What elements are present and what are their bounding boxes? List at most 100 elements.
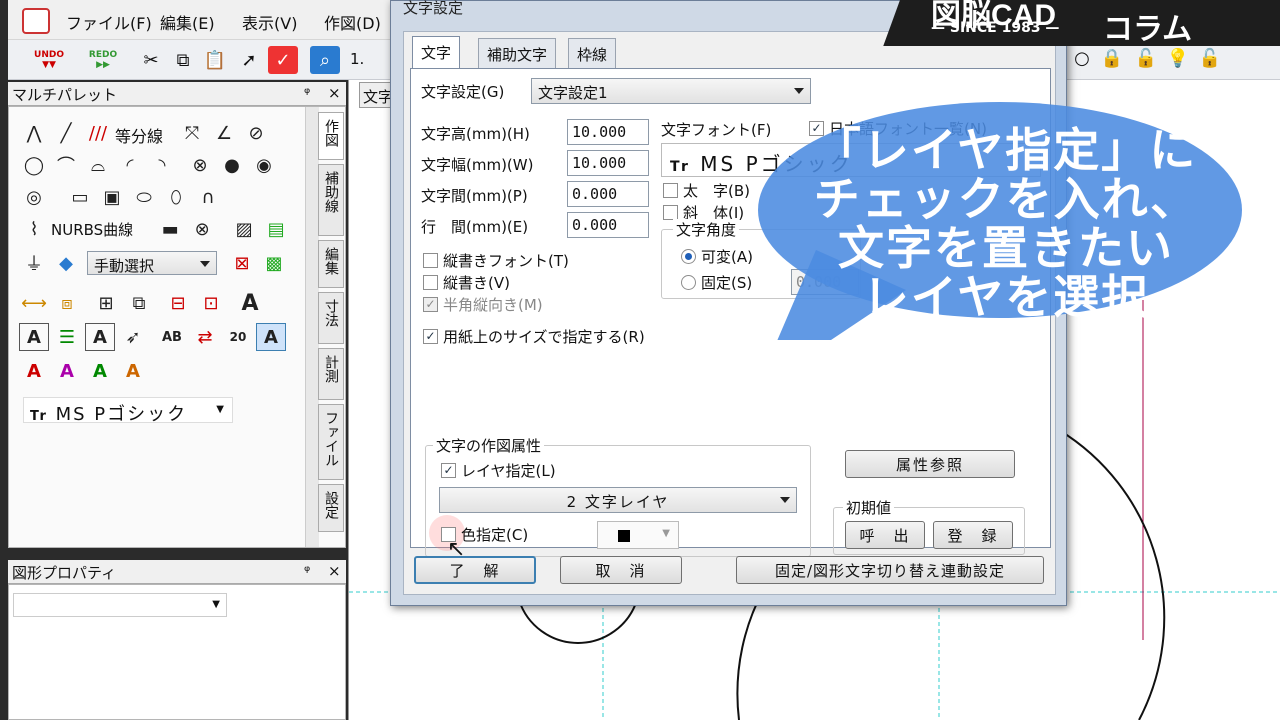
ellipse2-icon[interactable]: ⬯ — [161, 183, 191, 211]
pin-icon[interactable]: ᵠ — [304, 84, 310, 102]
pin-icon[interactable]: ᵠ — [304, 562, 310, 580]
delete-circle-icon[interactable]: ⊗ — [187, 215, 217, 243]
rect-dot-icon[interactable]: ▣ — [97, 183, 127, 211]
text-a3-icon[interactable]: A — [52, 357, 82, 385]
width-input[interactable]: 10.000 — [567, 150, 649, 176]
tangent-icon[interactable]: ⊘ — [241, 119, 271, 147]
tab-edit[interactable]: 編集 — [318, 240, 344, 288]
tab-settings[interactable]: 設定 — [318, 484, 344, 532]
select-mode-combo[interactable]: 手動選択 — [87, 251, 217, 275]
register-button[interactable]: 登 録 — [933, 521, 1013, 549]
cut-icon[interactable]: ✂ — [136, 46, 166, 74]
vertical-checkbox[interactable] — [423, 275, 438, 290]
tab-draw[interactable]: 作図 — [318, 112, 344, 160]
layer-checkbox[interactable]: ✓ — [441, 463, 456, 478]
target-icon[interactable]: ◎ — [19, 183, 49, 211]
arc2-icon[interactable]: ⌓ — [83, 151, 113, 179]
text-a2-icon[interactable]: A — [19, 357, 49, 385]
divide-line-icon[interactable]: /// — [83, 119, 113, 147]
dim4-icon[interactable]: ⧉ — [124, 289, 154, 317]
height-input[interactable]: 10.000 — [567, 119, 649, 145]
tab-aux-line[interactable]: 補助線 — [318, 164, 344, 236]
stamp-icon[interactable]: ⏚ — [19, 249, 49, 277]
text-edit-icon[interactable]: ⇄ — [190, 323, 220, 351]
circle-x-icon[interactable]: ⊗ — [185, 151, 215, 179]
redo-button[interactable]: REDO ▶▶ — [80, 46, 126, 74]
paste-icon[interactable]: 📋 — [200, 46, 230, 74]
arc-icon[interactable]: ⌒ — [51, 151, 81, 179]
arc4-icon[interactable]: ◝ — [147, 151, 177, 179]
palette-scrollbar[interactable] — [305, 107, 319, 547]
arc3-icon[interactable]: ◜ — [115, 151, 145, 179]
unlock-icon[interactable]: 🔓 — [1195, 44, 1225, 72]
text-frame-icon[interactable]: A — [85, 323, 115, 351]
divide-line-label[interactable]: 等分線 — [115, 119, 163, 147]
fill-rect-icon[interactable]: ▬ — [155, 215, 185, 243]
text-a4-icon[interactable]: A — [85, 357, 115, 385]
circle-icon[interactable]: ◯ — [19, 151, 49, 179]
property-combo[interactable]: ▼ — [13, 593, 227, 617]
spacing-input[interactable]: 0.000 — [567, 181, 649, 207]
pointer-icon[interactable]: ➚ — [234, 46, 264, 74]
number-icon[interactable]: 20 — [223, 323, 253, 351]
text-a5-icon[interactable]: A — [118, 357, 148, 385]
tab-dimension[interactable]: 寸法 — [318, 292, 344, 344]
tab-aux-text[interactable]: 補助文字 — [478, 38, 557, 68]
text-setting-icon[interactable]: A — [256, 323, 286, 351]
color-combo[interactable]: ▼ — [597, 521, 679, 549]
layer-combo[interactable]: 2 文字レイヤ — [439, 487, 797, 513]
check-icon[interactable]: ✓ — [268, 46, 298, 74]
dim3-icon[interactable]: ⊞ — [91, 289, 121, 317]
link-setting-button[interactable]: 固定/図形文字切り替え連動設定 — [736, 556, 1044, 584]
menu-draw[interactable]: 作図(D) — [324, 10, 381, 34]
dimension-icon[interactable]: ⟷ — [19, 289, 49, 317]
rect-icon[interactable]: ▭ — [65, 183, 95, 211]
close-icon[interactable]: × — [328, 562, 341, 580]
copy-icon[interactable]: ⧉ — [168, 46, 198, 74]
search-icon[interactable]: ○ — [1067, 44, 1097, 72]
nurbs-label[interactable]: NURBS曲線 — [51, 219, 133, 240]
angle-line-icon[interactable]: ∠ — [209, 119, 239, 147]
image-icon[interactable]: ▩ — [259, 249, 289, 277]
dim6-icon[interactable]: ⊡ — [196, 289, 226, 317]
text-icon[interactable]: A — [235, 289, 265, 317]
leader-icon[interactable]: ➶ — [118, 323, 148, 351]
nurbs-icon[interactable]: ⌇ — [19, 215, 49, 243]
paper-size-checkbox[interactable]: ✓ — [423, 329, 438, 344]
text-box-icon[interactable]: A — [19, 323, 49, 351]
undo-button[interactable]: UNDO ▼▼ — [26, 46, 72, 74]
recall-button[interactable]: 呼 出 — [845, 521, 925, 549]
fill-icon[interactable]: ◆ — [51, 249, 81, 277]
vertical-font-checkbox[interactable] — [423, 253, 438, 268]
palette-font-combo[interactable]: Tr MS Pゴシック ▼ — [23, 397, 233, 425]
polyline-icon[interactable]: ⋀ — [19, 119, 49, 147]
filled-circle-icon[interactable]: ● — [217, 151, 247, 179]
menu-file[interactable]: ファイル(F) — [66, 10, 152, 34]
tab-text[interactable]: 文字 — [412, 36, 461, 68]
text-replace-icon[interactable]: AB — [157, 323, 187, 351]
dim5-icon[interactable]: ⊟ — [163, 289, 193, 317]
bulb-icon[interactable]: 💡 — [1163, 44, 1193, 72]
lock-icon[interactable]: 🔒 — [1097, 44, 1127, 72]
ok-button[interactable]: 了 解 — [414, 556, 536, 584]
text-list-icon[interactable]: ☰ — [52, 323, 82, 351]
dim2-icon[interactable]: ⧈ — [52, 289, 82, 317]
angle-variable-radio[interactable] — [681, 249, 696, 264]
line-icon[interactable]: ╱ — [51, 119, 81, 147]
tab-file[interactable]: ファイル — [318, 404, 344, 480]
unlock-icon[interactable]: 🔓 — [1131, 44, 1161, 72]
menu-edit[interactable]: 編集(E) — [160, 10, 215, 34]
menu-view[interactable]: 表示(V) — [242, 10, 297, 34]
attr-ref-button[interactable]: 属性参照 — [845, 450, 1015, 478]
edit-icon[interactable]: ▤ — [261, 215, 291, 243]
angle-fixed-radio[interactable] — [681, 275, 696, 290]
close-icon[interactable]: × — [328, 84, 341, 102]
halfwidth-checkbox[interactable]: ✓ — [423, 297, 438, 312]
search-icon[interactable]: ⌕ — [310, 46, 340, 74]
tab-frame[interactable]: 枠線 — [568, 38, 617, 68]
no-select-icon[interactable]: ⊠ — [227, 249, 257, 277]
line-spacing-input[interactable]: 0.000 — [567, 212, 649, 238]
italic-checkbox[interactable] — [663, 205, 678, 220]
hatch-icon[interactable]: ▨ — [229, 215, 259, 243]
circle-dot-icon[interactable]: ◉ — [249, 151, 279, 179]
